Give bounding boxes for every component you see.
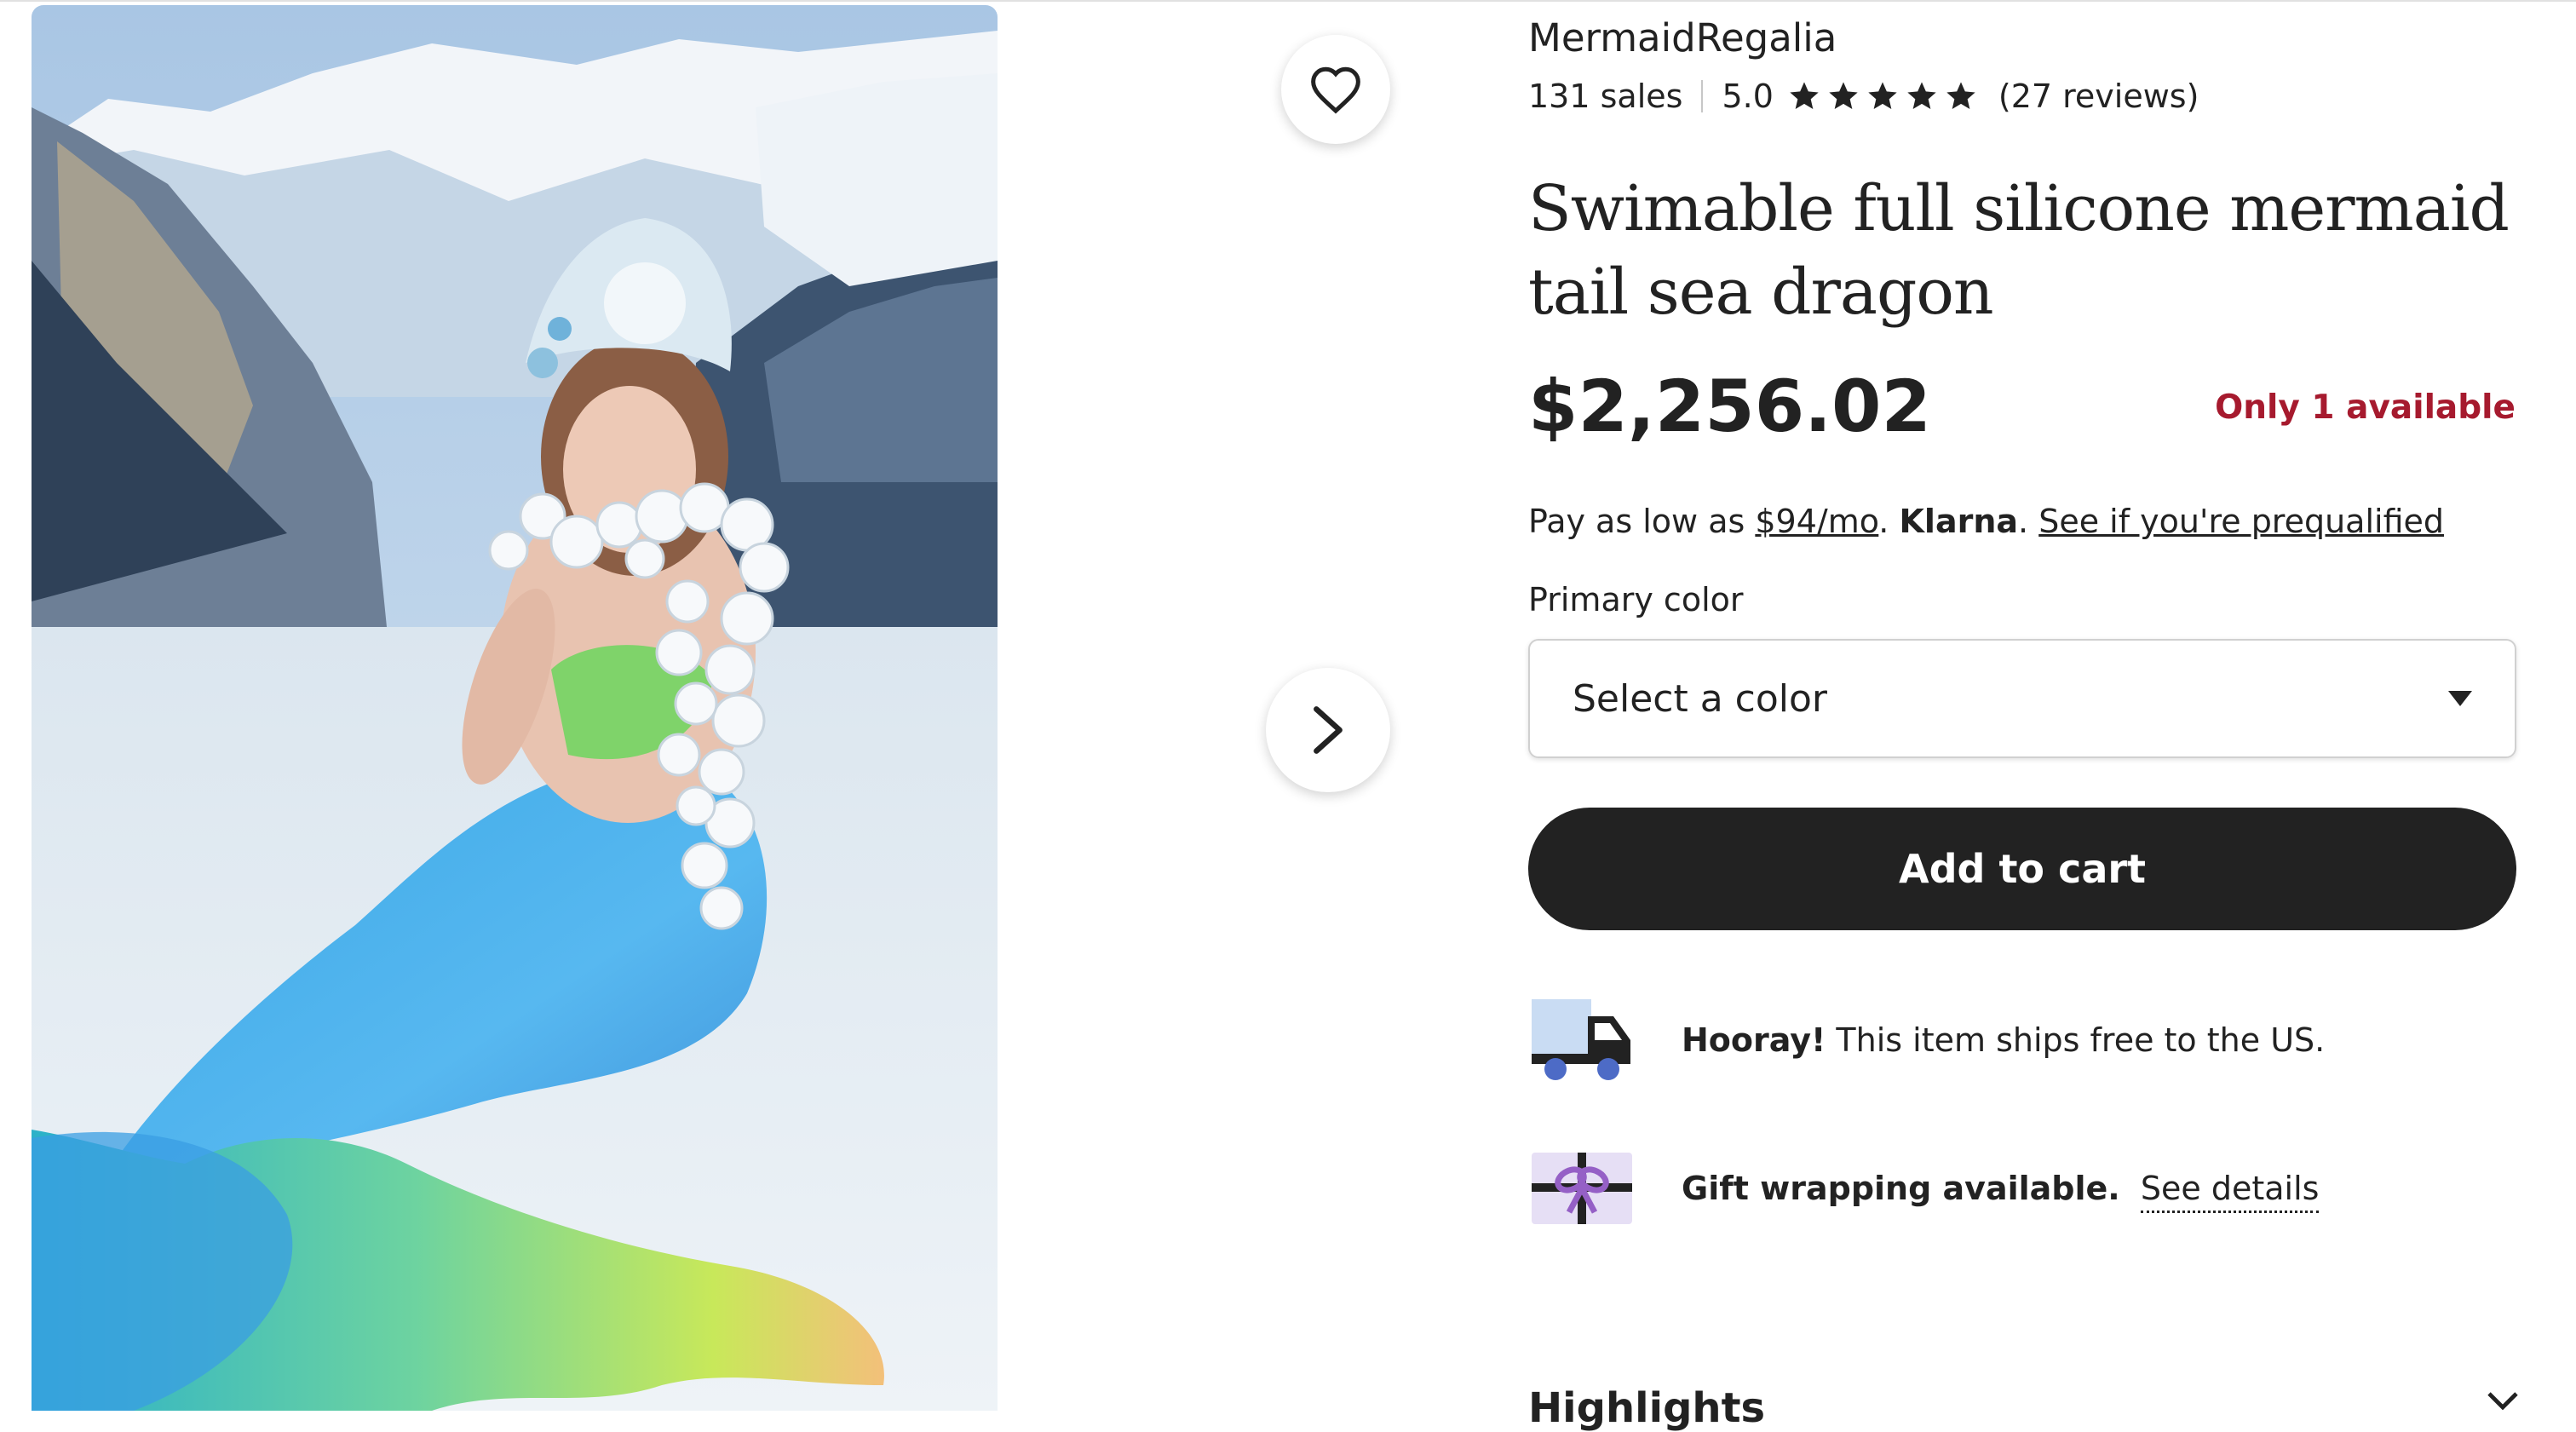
favorite-button[interactable] — [1281, 35, 1390, 144]
klarna-prefix: Pay as low as — [1528, 503, 1756, 540]
klarna-logo: Klarna — [1899, 503, 2019, 540]
shop-rating-row: 131 sales 5.0 (27 reviews) — [1528, 75, 2199, 118]
shipping-text: This item ships free to the US. — [1826, 1021, 2326, 1059]
star-icon — [1946, 82, 1975, 109]
rating-value: 5.0 — [1722, 78, 1774, 115]
star-icon — [1790, 82, 1819, 109]
star-icon — [1907, 82, 1936, 109]
color-select-value: Select a color — [1573, 676, 1828, 721]
highlights-heading[interactable]: Highlights — [1528, 1384, 1765, 1432]
klarna-financing: Pay as low as $94/mo. Klarna. See if you… — [1528, 503, 2444, 540]
reviews-link[interactable]: (27 reviews) — [1998, 78, 2199, 115]
product-image[interactable] — [32, 5, 998, 1411]
gift-wrap-text: Gift wrapping available. — [1682, 1170, 2120, 1207]
gift-icon — [1532, 1153, 1632, 1224]
color-select[interactable]: Select a color — [1528, 639, 2516, 758]
top-divider — [0, 0, 2576, 2]
star-icon — [1868, 82, 1897, 109]
shop-name-link[interactable]: MermaidRegalia — [1528, 15, 1837, 60]
klarna-separator-1: . — [1878, 503, 1900, 540]
listing-title: Swimable full silicone mermaid tail sea … — [1528, 172, 2510, 329]
primary-color-label: Primary color — [1528, 581, 1744, 618]
klarna-amount-link[interactable]: $94/mo — [1755, 503, 1878, 540]
gift-details-link[interactable]: See details — [2140, 1170, 2320, 1213]
klarna-separator-2: . — [2018, 503, 2039, 540]
dropdown-caret-icon — [2448, 691, 2472, 706]
mermaid-photo — [32, 5, 998, 1411]
gift-wrap-notice: Gift wrapping available. See details — [1528, 1142, 2320, 1235]
rating-divider — [1701, 80, 1704, 112]
star-icon — [1829, 82, 1858, 109]
prequalify-link[interactable]: See if you're prequalified — [2038, 503, 2444, 540]
price: $2,256.02 — [1528, 365, 1931, 448]
chevron-right-icon — [1314, 706, 1343, 754]
star-rating — [1787, 79, 1983, 113]
free-shipping-notice: Hooray! This item ships free to the US. — [1528, 993, 2325, 1087]
chevron-down-icon[interactable] — [2486, 1390, 2520, 1412]
sales-count: 131 sales — [1528, 78, 1683, 115]
heart-icon — [1311, 66, 1360, 114]
stock-status: Only 1 available — [2215, 388, 2516, 427]
next-image-button[interactable] — [1266, 668, 1390, 792]
truck-icon — [1532, 999, 1630, 1080]
shipping-hooray: Hooray! — [1682, 1021, 1826, 1059]
add-to-cart-button[interactable]: Add to cart — [1528, 808, 2516, 930]
